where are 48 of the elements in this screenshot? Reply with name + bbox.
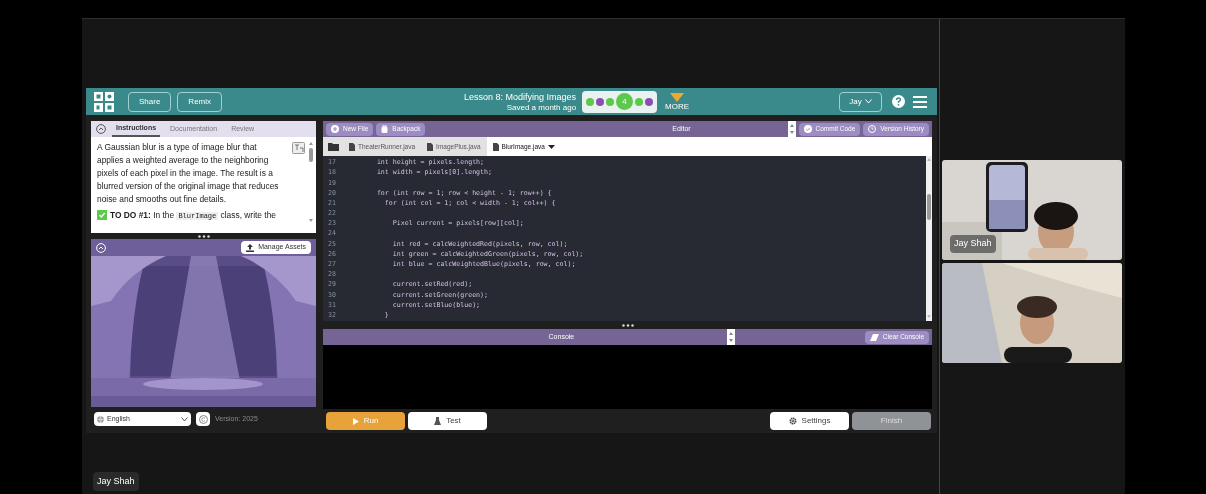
run-button[interactable]: Run	[326, 412, 405, 430]
scroll-arrows-icon	[787, 121, 796, 137]
upload-icon	[246, 243, 255, 252]
drag-handle-icon	[197, 234, 210, 238]
clock-icon	[868, 125, 877, 133]
caret-icon	[547, 144, 555, 149]
help-icon	[892, 95, 905, 108]
copyright-icon	[198, 414, 208, 424]
level-bubble[interactable]: 4	[616, 93, 634, 110]
chevron-icon	[181, 416, 188, 422]
scrollbar-icon	[308, 141, 314, 223]
menu-icon	[913, 95, 927, 108]
scrollbar-icon	[926, 156, 932, 321]
instructions-text: A Gaussian blur is a type of image blur that applies a weighted average to the neighboring pixels of each pixel in the image. The result is a blurred version of the original image that reduces noise and smooths out fine details.	[97, 141, 280, 206]
chevron-icon	[864, 99, 872, 104]
saved-status: Saved a month ago	[506, 102, 577, 112]
scroll-arrows-icon	[726, 329, 735, 345]
logo-icon	[94, 91, 114, 112]
check-circle-icon	[803, 125, 812, 133]
plus-icon	[331, 125, 339, 133]
level-bubble[interactable]	[645, 97, 654, 106]
play-icon	[352, 417, 359, 425]
settings-button[interactable]: Settings	[770, 412, 849, 430]
drag-handle-icon	[621, 323, 634, 327]
file-icon	[492, 142, 499, 151]
flask-icon	[434, 417, 442, 425]
presenter-name: Jay Shah	[93, 471, 139, 491]
user-menu[interactable]: Jay	[839, 91, 882, 112]
finish-button[interactable]: Finish	[852, 412, 931, 430]
lesson-title: Lesson 8: Modifying Images	[464, 91, 577, 103]
globe-icon	[97, 415, 104, 423]
translate-icon	[292, 142, 305, 154]
level-bubble[interactable]	[596, 97, 605, 106]
participant-name: Jay Shah	[950, 235, 996, 253]
more-arrow-icon	[670, 92, 685, 102]
eraser-icon	[869, 333, 879, 341]
file-icon	[427, 142, 434, 151]
more-label[interactable]: MORE	[665, 101, 690, 111]
toolbar-button[interactable]: Remix	[177, 91, 223, 112]
settings-icon	[788, 417, 797, 425]
collapse-icon	[96, 242, 106, 253]
file-icon	[349, 142, 355, 151]
collapse-icon	[96, 124, 106, 134]
toolbar-button[interactable]: Share	[128, 91, 172, 112]
folder-icon	[327, 142, 339, 151]
test-button[interactable]: Test	[408, 412, 487, 430]
backpack-icon	[381, 125, 389, 133]
copyright-button[interactable]	[196, 412, 210, 426]
